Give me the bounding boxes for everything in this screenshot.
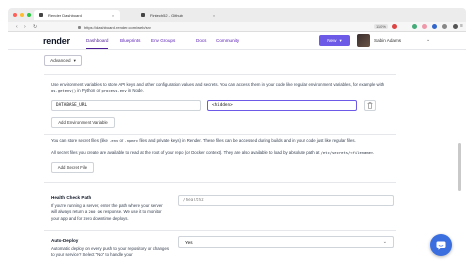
maximize-window-button[interactable] [27,13,31,17]
env-value-value: <hidden> [212,103,233,108]
close-window-button[interactable] [13,13,17,17]
secret-files-text: You can store secret files (like [51,138,110,143]
back-icon[interactable]: ‹ [16,24,18,30]
extension-icon[interactable] [432,24,437,29]
new-button-label: New [327,38,337,43]
nav-dashboard[interactable]: Dashboard [86,38,109,49]
url-text: https://dashboard.render.com/web/srv [84,24,151,30]
address-bar[interactable]: https://dashboard.render.com/web/srv [78,24,348,30]
app-header: render Dashboard Blueprints Env Groups D… [8,32,466,50]
nav-docs[interactable]: Docs [196,38,206,43]
extension-icon[interactable] [442,24,447,29]
health-check-description: If you're running a server, enter the pa… [51,203,169,222]
browser-menu-icon[interactable]: ≡ [460,23,463,29]
env-intro-text: Use environment variables to store API k… [51,82,385,87]
auto-deploy-selected-value: Yes [185,239,193,245]
chevron-down-icon: ▾ [339,37,342,43]
avatar[interactable] [357,34,370,47]
health-check-path-input[interactable] [178,195,394,206]
window-controls [13,13,31,17]
code-secrets-path: /etc/secrets/<filename> [320,150,374,155]
auto-deploy-label: Auto-Deploy [51,238,79,243]
auto-deploy-description: Automatic deploy on every push to your r… [51,246,169,258]
chevron-down-icon[interactable]: ⌄ [426,37,430,43]
health-check-label: Health Check Path [51,195,92,200]
secret-files-text: files and private keys) in Render. These… [138,138,356,143]
chevron-down-icon: ▾ [73,57,76,63]
secret-files-path-description: All secret files you create are availabl… [51,150,396,156]
chat-icon [436,241,446,250]
forward-icon[interactable]: › [24,24,26,30]
github-favicon-icon [141,13,145,17]
divider [44,134,396,135]
advanced-toggle-button[interactable]: Advanced ▾ [44,55,82,66]
nav-blueprints[interactable]: Blueprints [120,38,140,43]
nav-community[interactable]: Community [216,38,239,43]
extension-icon[interactable] [422,24,427,29]
divider [44,182,396,183]
new-button[interactable]: New ▾ [319,35,350,46]
chevron-down-icon: ⌄ [382,239,387,245]
auto-deploy-select[interactable]: Yes ⌄ [178,236,394,248]
advanced-label: Advanced [50,58,71,63]
code-process-env: process.env [101,88,127,94]
env-key-value: DATABASE_URL [56,103,88,108]
close-tab-icon[interactable]: × [213,13,215,18]
profile-icon[interactable] [453,24,458,29]
add-secret-file-button[interactable]: Add Secret File [51,162,94,173]
reload-icon[interactable]: ↻ [33,24,37,30]
code-npmrc: .npmrc [124,138,139,143]
trash-icon [367,102,373,109]
env-value-input[interactable]: <hidden> [207,100,357,111]
render-favicon-icon [39,13,43,17]
env-intro-text: in Python or [76,88,102,94]
zoom-indicator[interactable]: 110% [374,24,388,29]
extension-icon[interactable] [412,24,417,29]
browser-tab-github[interactable]: Fintech52 - Github × [136,10,221,20]
render-logo[interactable]: render [43,36,70,46]
extension-icon[interactable] [392,24,397,29]
lock-icon [78,25,81,29]
add-environment-variable-button[interactable]: Add Environment Variable [51,117,115,128]
user-name[interactable]: Sabin Adams [374,38,401,43]
divider [44,74,396,75]
code-200-ok: 200 OK [88,209,103,215]
browser-tab-render[interactable]: Render Dashboard × [34,10,121,20]
secret-files-description: You can store secret files (like .env or… [51,138,396,144]
chat-support-button[interactable] [430,234,452,256]
env-vars-description: Use environment variables to store API k… [51,82,396,95]
page-scrollbar[interactable] [458,143,461,191]
close-tab-icon[interactable]: × [112,13,114,18]
delete-variable-button[interactable] [364,100,376,111]
secret-files-text: All secret files you create are availabl… [51,150,321,155]
env-intro-text: in Node. [126,88,144,94]
browser-tab-bar: Render Dashboard × Fintech52 - Github × [8,8,466,22]
code-env: .env [109,138,119,143]
browser-toolbar: ‹ › ↻ https://dashboard.render.com/web/s… [8,22,466,32]
divider [44,230,396,231]
code-os-getenv: os.getenv() [51,88,77,94]
tab-title: Render Dashboard [48,12,82,18]
minimize-window-button[interactable] [20,13,24,17]
nav-env-groups[interactable]: Env Groups [151,38,175,43]
secret-files-text: . [373,150,375,155]
env-key-input[interactable]: DATABASE_URL [51,100,201,111]
tab-title: Fintech52 - Github [150,12,183,18]
